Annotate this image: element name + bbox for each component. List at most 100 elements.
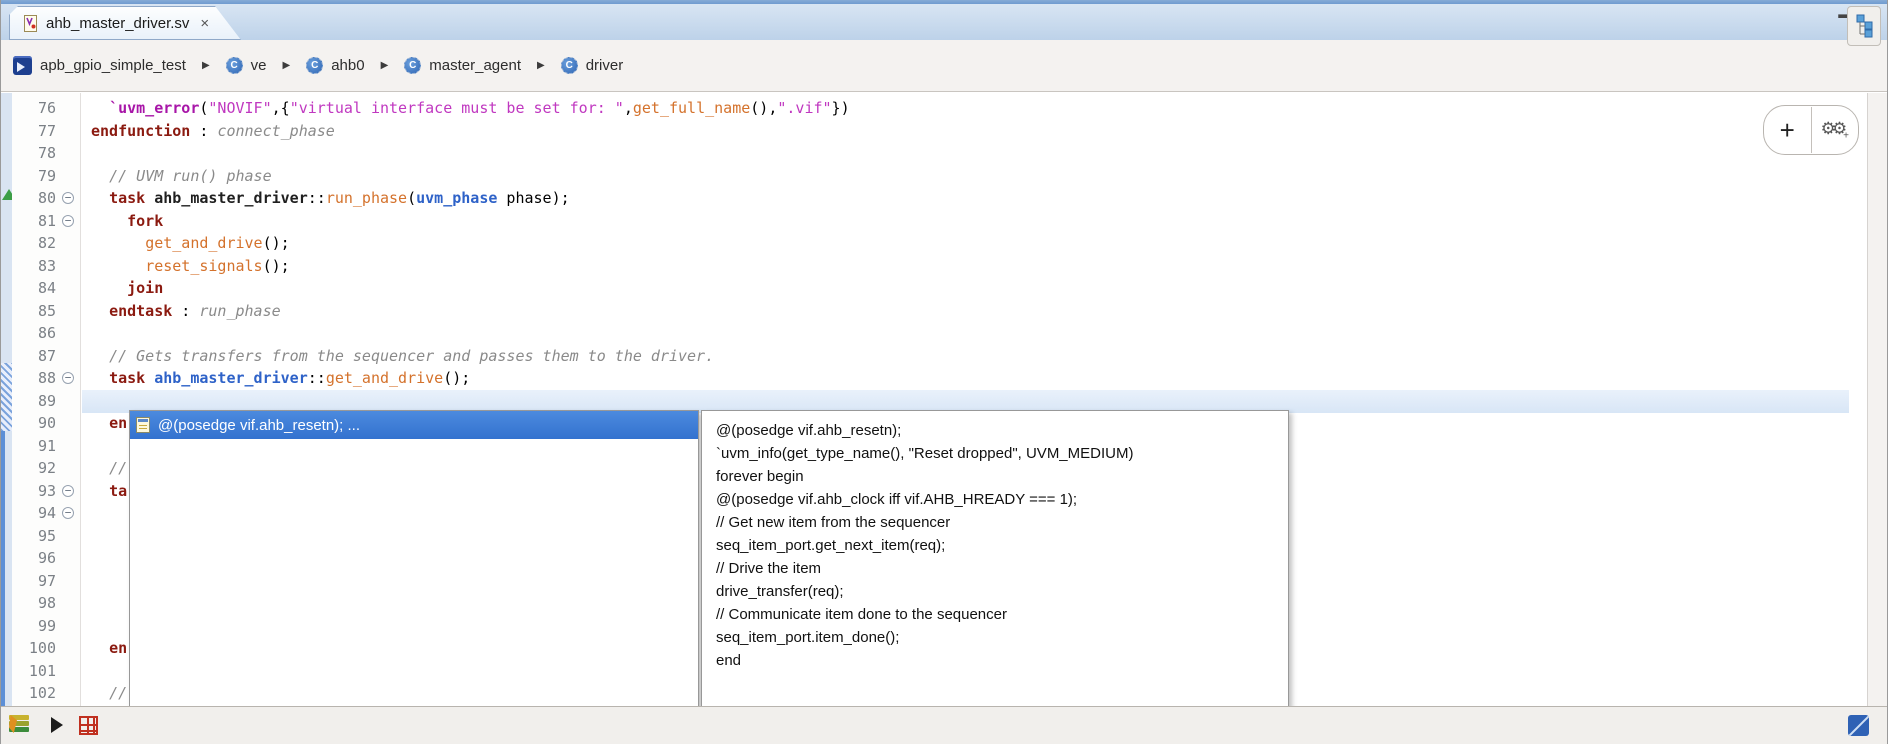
preview-code-line: @(posedge vif.ahb_resetn); xyxy=(716,419,1288,442)
range-line-marker xyxy=(1,431,5,706)
range-hatch-marker xyxy=(1,363,12,431)
completion-proposal-selected[interactable]: @(posedge vif.ahb_resetn); ... xyxy=(130,411,698,439)
template-proposal-icon xyxy=(136,417,150,433)
code-line-83[interactable]: reset_signals(); xyxy=(82,255,1849,278)
fold-collapse-icon[interactable]: − xyxy=(62,215,74,227)
breadcrumb-item-ve[interactable]: Cve xyxy=(226,57,267,74)
line-number: 79 xyxy=(12,165,80,188)
line-number: 101 xyxy=(12,660,80,683)
code-line-82[interactable]: get_and_drive(); xyxy=(82,232,1849,255)
breadcrumb-label: master_agent xyxy=(429,57,521,74)
preview-code-line: seq_item_port.get_next_item(req); xyxy=(716,534,1288,557)
line-number: 100 xyxy=(12,637,80,660)
editor-tab-bar: ahb_master_driver.sv × ▬ ❐ xyxy=(1,4,1887,40)
line-number: 99 xyxy=(12,615,80,638)
line-number: 98 xyxy=(12,592,80,615)
breadcrumb-separator-icon: ▶ xyxy=(381,60,389,71)
vertical-scrollbar[interactable] xyxy=(1867,93,1887,706)
fold-collapse-icon[interactable]: − xyxy=(62,192,74,204)
class-icon: C xyxy=(404,57,421,74)
breadcrumb-label: driver xyxy=(586,57,624,74)
line-number: 91 xyxy=(12,435,80,458)
code-line-76[interactable]: `uvm_error("NOVIF",{"virtual interface m… xyxy=(82,97,1849,120)
line-number: 89 xyxy=(12,390,80,413)
breadcrumb-item-ahb0[interactable]: Cahb0 xyxy=(306,57,364,74)
breadcrumb-item-driver[interactable]: Cdriver xyxy=(561,57,624,74)
tab-ahb-master-driver[interactable]: ahb_master_driver.sv × xyxy=(9,6,241,40)
breadcrumb-separator-icon: ▶ xyxy=(282,60,290,71)
code-line-88[interactable]: task ahb_master_driver::get_and_drive(); xyxy=(82,367,1849,390)
line-number: 85 xyxy=(12,300,80,323)
code-line-81[interactable]: fork xyxy=(82,210,1849,233)
code-line-85[interactable]: endtask : run_phase xyxy=(82,300,1849,323)
code-line-79[interactable]: // UVM run() phase xyxy=(82,165,1849,188)
breadcrumb-separator-icon: ▶ xyxy=(537,60,545,71)
proposal-text: @(posedge vif.ahb_resetn); ... xyxy=(158,417,360,434)
code-line-77[interactable]: endfunction : connect_phase xyxy=(82,120,1849,143)
line-number: 84 xyxy=(12,277,80,300)
tab-title: ahb_master_driver.sv xyxy=(46,15,189,32)
fold-collapse-icon[interactable]: − xyxy=(62,507,74,519)
proposal-preview-pane: Press 'F2' for focus @(posedge vif.ahb_r… xyxy=(701,410,1289,742)
code-line-84[interactable]: join xyxy=(82,277,1849,300)
preview-code-line: end xyxy=(716,649,1288,672)
line-number: 88− xyxy=(12,367,80,390)
line-number: 76 xyxy=(12,97,80,120)
line-number: 83 xyxy=(12,255,80,278)
breadcrumb-label: apb_gpio_simple_test xyxy=(40,57,186,74)
module-icon xyxy=(13,56,32,75)
breadcrumb: apb_gpio_simple_test ▶ Cve ▶ Cahb0 ▶ Cmaster_a… xyxy=(1,40,1887,92)
line-number: 77 xyxy=(12,120,80,143)
completion-popup: @(posedge vif.ahb_resetn); ... Press 'Ct… xyxy=(129,410,699,742)
code-line-86[interactable] xyxy=(82,322,1849,345)
grid-icon[interactable] xyxy=(79,716,98,735)
add-button[interactable]: + xyxy=(1764,107,1812,153)
status-bar xyxy=(1,706,1887,744)
class-icon: C xyxy=(306,57,323,74)
preview-code-line: // Get new item from the sequencer xyxy=(716,511,1288,534)
line-number: 96 xyxy=(12,547,80,570)
line-number: 93− xyxy=(12,480,80,503)
build-icon[interactable] xyxy=(9,715,35,735)
line-number: 102 xyxy=(12,682,80,705)
preview-code-line: // Drive the item xyxy=(716,557,1288,580)
line-number: 78 xyxy=(12,142,80,165)
class-icon: C xyxy=(226,57,243,74)
line-number: 97 xyxy=(12,570,80,593)
breadcrumb-label: ahb0 xyxy=(331,57,364,74)
line-number: 92 xyxy=(12,457,80,480)
toggle-breadcrumb-hierarchy-button[interactable] xyxy=(1847,6,1881,46)
line-number-gutter: 7677787980−81−82838485868788−8990919293−… xyxy=(12,93,81,706)
line-number: 81− xyxy=(12,210,80,233)
line-number: 90 xyxy=(12,412,80,435)
sv-file-icon xyxy=(24,15,39,32)
breadcrumb-separator-icon: ▶ xyxy=(202,60,210,71)
breadcrumb-label: ve xyxy=(251,57,267,74)
preview-code-line: forever begin xyxy=(716,465,1288,488)
preview-code-line: seq_item_port.item_done(); xyxy=(716,626,1288,649)
code-line-78[interactable] xyxy=(82,142,1849,165)
preview-code-line: `uvm_info(get_type_name(), "Reset droppe… xyxy=(716,442,1288,465)
line-number: 94− xyxy=(12,502,80,525)
close-icon[interactable]: × xyxy=(200,15,209,32)
preview-code-line: drive_transfer(req); xyxy=(716,580,1288,603)
line-number: 87 xyxy=(12,345,80,368)
blue-console-icon[interactable] xyxy=(1848,715,1869,736)
fold-collapse-icon[interactable]: − xyxy=(62,372,74,384)
preview-code-line: // Communicate item done to the sequence… xyxy=(716,603,1288,626)
editor-floating-toolbar: + ⚙⚙+ xyxy=(1763,105,1859,155)
breadcrumb-item-master_agent[interactable]: Cmaster_agent xyxy=(404,57,521,74)
preview-code-line: @(posedge vif.ahb_clock iff vif.AHB_HREA… xyxy=(716,488,1288,511)
class-icon: C xyxy=(561,57,578,74)
settings-gears-icon[interactable]: ⚙⚙+ xyxy=(1812,119,1859,141)
line-number: 95 xyxy=(12,525,80,548)
line-number: 80− xyxy=(12,187,80,210)
run-icon[interactable] xyxy=(51,717,63,733)
breadcrumb-item-apb_gpio_simple_test[interactable]: apb_gpio_simple_test xyxy=(13,56,186,75)
range-indicator-column xyxy=(1,93,12,706)
fold-collapse-icon[interactable]: − xyxy=(62,485,74,497)
code-line-80[interactable]: task ahb_master_driver::run_phase(uvm_ph… xyxy=(82,187,1849,210)
code-line-87[interactable]: // Gets transfers from the sequencer and… xyxy=(82,345,1849,368)
hierarchy-icon xyxy=(1854,14,1874,38)
line-number: 82 xyxy=(12,232,80,255)
